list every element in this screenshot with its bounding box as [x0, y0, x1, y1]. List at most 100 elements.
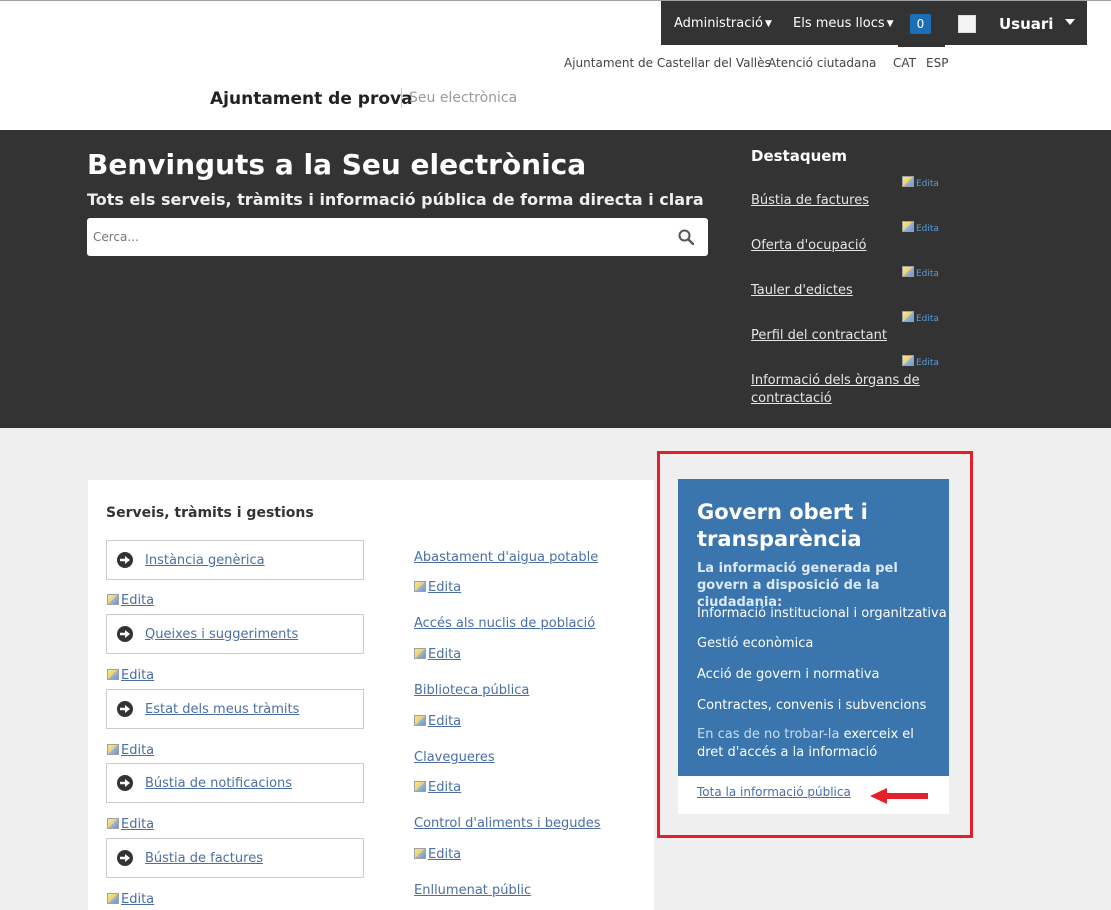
my-sites-label: Els meus llocs — [793, 16, 885, 31]
edit-icon — [902, 221, 914, 232]
edit-icon — [107, 744, 119, 755]
search-input[interactable] — [87, 218, 667, 256]
edit-link[interactable]: Edita — [902, 266, 939, 279]
user-menu-caret-icon[interactable] — [1065, 19, 1075, 25]
transparency-item[interactable]: Contractes, convenis i subvencions — [697, 698, 926, 713]
transparency-item[interactable]: Gestió econòmica — [697, 636, 813, 651]
edit-label: Edita — [916, 358, 939, 368]
arrow-circle-icon — [117, 626, 133, 642]
edit-link[interactable]: Edita — [414, 714, 461, 729]
note-muted-text: En cas de no trobar-la — [697, 727, 840, 742]
destaquem-title: Destaquem — [751, 147, 848, 165]
badge-underline — [898, 45, 945, 47]
edit-link[interactable]: Edita — [902, 355, 939, 368]
page-title: Benvinguts a la Seu electrònica — [87, 148, 587, 181]
edit-icon — [414, 648, 426, 659]
edit-link[interactable]: Edita — [107, 668, 154, 683]
category-link[interactable]: Biblioteca pública — [414, 683, 529, 698]
service-label: Bústia de factures — [145, 851, 263, 866]
lang-esp[interactable]: ESP — [926, 56, 948, 70]
edit-icon — [414, 781, 426, 792]
edit-label: Edita — [428, 647, 462, 662]
category-link[interactable]: Clavegueres — [414, 750, 495, 765]
category-link[interactable]: Abastament d'aigua potable — [414, 550, 598, 565]
avatar[interactable] — [958, 15, 976, 33]
edit-link[interactable]: Edita — [902, 221, 939, 234]
service-button[interactable]: Queixes i suggeriments — [106, 614, 364, 654]
edit-link[interactable]: Edita — [107, 743, 154, 758]
edit-link[interactable]: Edita — [107, 593, 154, 608]
transparency-item[interactable]: Informació institucional i organitzativa — [697, 606, 947, 621]
edit-label: Edita — [428, 714, 462, 729]
brand-divider — [401, 88, 402, 108]
service-button[interactable]: Bústia de factures — [106, 838, 364, 878]
edit-label: Edita — [121, 817, 155, 832]
user-name[interactable]: Usuari — [999, 15, 1053, 33]
services-title: Serveis, tràmits i gestions — [106, 505, 314, 521]
destaquem-item[interactable]: Informació dels òrgans de contractació — [751, 372, 931, 408]
edit-label: Edita — [121, 668, 155, 683]
content-section: Serveis, tràmits i gestions Instància ge… — [0, 428, 1111, 910]
service-label: Instància genèrica — [145, 553, 265, 568]
service-label: Queixes i suggeriments — [145, 627, 299, 642]
edit-link[interactable]: Edita — [414, 580, 461, 595]
destaquem-item[interactable]: Bústia de factures — [751, 192, 931, 210]
edit-link[interactable]: Edita — [107, 892, 154, 907]
edit-icon — [107, 893, 119, 904]
edit-icon — [414, 848, 426, 859]
destaquem-item[interactable]: Oferta d'ocupació — [751, 237, 931, 255]
edit-link[interactable]: Edita — [414, 647, 461, 662]
link-atencio-ciutadana[interactable]: Atenció ciutadana — [768, 56, 876, 70]
edit-link[interactable]: Edita — [414, 847, 461, 862]
arrow-circle-icon — [117, 850, 133, 866]
transparency-intro: La informació generada pel govern a disp… — [697, 561, 898, 610]
caret-down-icon: ▼ — [764, 19, 772, 29]
access-right-note: En cas de no trobar-la exerceix el dret … — [697, 726, 937, 762]
search-icon[interactable] — [678, 229, 694, 245]
transparency-box: Govern obert i transparència La informac… — [678, 479, 949, 776]
edit-icon — [414, 715, 426, 726]
notifications-badge[interactable]: 0 — [910, 14, 931, 34]
edit-icon — [902, 311, 914, 322]
transparency-item[interactable]: Acció de govern i normativa — [697, 667, 879, 682]
edit-label: Edita — [916, 269, 939, 279]
service-button[interactable]: Estat dels meus tràmits — [106, 689, 364, 729]
destaquem-item[interactable]: Perfil del contractant — [751, 327, 931, 345]
service-label: Bústia de notificacions — [145, 776, 293, 791]
service-button[interactable]: Instància genèrica — [106, 540, 364, 580]
page-subtitle: Tots els serveis, tràmits i informació p… — [87, 190, 704, 209]
category-link[interactable]: Accés als nuclis de població — [414, 616, 595, 631]
edit-link[interactable]: Edita — [902, 311, 939, 324]
edit-link[interactable]: Edita — [107, 817, 154, 832]
edit-link[interactable]: Edita — [902, 176, 939, 189]
link-ajuntament[interactable]: Ajuntament de Castellar del Vallès — [564, 56, 771, 70]
edit-label: Edita — [428, 847, 462, 862]
category-link[interactable]: Enllumenat públic — [414, 883, 531, 898]
caret-down-icon: ▼ — [886, 19, 894, 29]
arrow-circle-icon — [117, 552, 133, 568]
services-panel: Serveis, tràmits i gestions Instància ge… — [88, 480, 654, 910]
my-sites-menu[interactable]: Els meus llocs ▼ — [793, 16, 894, 31]
edit-label: Edita — [121, 743, 155, 758]
edit-label: Edita — [916, 314, 939, 324]
edit-label: Edita — [428, 780, 462, 795]
edit-label: Edita — [121, 892, 155, 907]
arrow-circle-icon — [117, 775, 133, 791]
lang-cat[interactable]: CAT — [893, 56, 916, 70]
edit-icon — [107, 669, 119, 680]
destaquem-item[interactable]: Tauler d'edictes — [751, 282, 931, 300]
category-link[interactable]: Control d'aliments i begudes — [414, 816, 601, 831]
edit-icon — [902, 355, 914, 366]
site-subtitle: Seu electrònica — [409, 90, 518, 106]
site-name[interactable]: Ajuntament de prova — [210, 89, 413, 109]
admin-bar: Administració ▼ Els meus llocs ▼ 0 Usuari — [661, 1, 1087, 47]
edit-label: Edita — [121, 593, 155, 608]
all-public-info-link[interactable]: Tota la informació pública — [697, 785, 851, 799]
admin-menu[interactable]: Administració ▼ — [674, 16, 772, 31]
red-arrow-icon — [870, 788, 928, 804]
transparency-title: Govern obert i transparència — [697, 500, 868, 551]
hero-section: Benvinguts a la Seu electrònica Tots els… — [0, 130, 1111, 428]
edit-label: Edita — [916, 179, 939, 189]
service-button[interactable]: Bústia de notificacions — [106, 763, 364, 803]
edit-link[interactable]: Edita — [414, 780, 461, 795]
